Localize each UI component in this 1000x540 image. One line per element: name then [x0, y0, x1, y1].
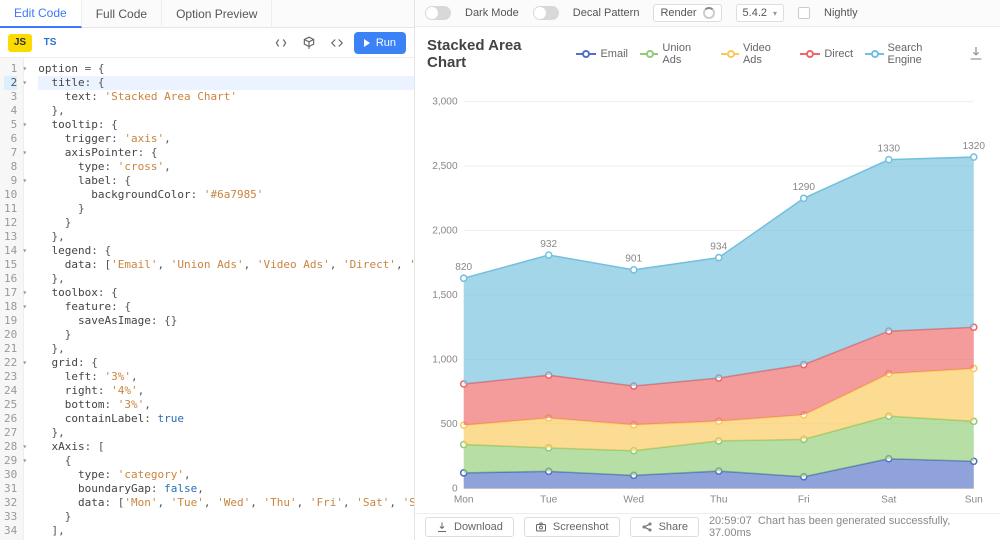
- screenshot-button[interactable]: Screenshot: [524, 517, 620, 537]
- legend-item[interactable]: Direct: [800, 48, 853, 60]
- spinner-icon: [703, 7, 715, 19]
- legend-item[interactable]: Union Ads: [640, 42, 709, 66]
- legend-marker-icon: [865, 49, 883, 59]
- share-button[interactable]: Share: [630, 517, 699, 537]
- svg-text:1,500: 1,500: [432, 290, 458, 301]
- chart-header: Stacked Area Chart Email Union Ads Video A…: [419, 33, 988, 73]
- renderer-select[interactable]: Render: [653, 4, 721, 22]
- legend-label: Search Engine: [888, 42, 955, 66]
- legend-label: Email: [600, 48, 628, 60]
- svg-text:2,000: 2,000: [432, 226, 458, 237]
- nightly-label: Nightly: [824, 7, 858, 19]
- code-icon[interactable]: [326, 32, 348, 54]
- chevron-down-icon: ▾: [773, 9, 777, 18]
- legend-item[interactable]: Video Ads: [721, 42, 789, 66]
- cube-icon[interactable]: [298, 32, 320, 54]
- svg-text:1320: 1320: [962, 141, 985, 152]
- legend-marker-icon: [640, 49, 658, 59]
- svg-text:1,000: 1,000: [432, 355, 458, 366]
- svg-text:500: 500: [441, 419, 458, 430]
- play-icon: [364, 39, 370, 47]
- legend-marker-icon: [721, 49, 739, 59]
- legend-label: Union Ads: [662, 42, 708, 66]
- chart-canvas[interactable]: 0 500 1,000 1,500 2,000 2,500 3,000 820 932 901 93…: [419, 73, 988, 513]
- chart-legend: Email Union Ads Video Ads Direct Search Engi…: [576, 42, 954, 66]
- decal-toggle[interactable]: [533, 6, 559, 20]
- lang-js-button[interactable]: JS: [8, 34, 32, 52]
- format-icon[interactable]: [270, 32, 292, 54]
- legend-marker-icon: [800, 49, 820, 59]
- svg-text:Sun: Sun: [965, 495, 983, 506]
- svg-text:901: 901: [625, 254, 642, 265]
- svg-text:Thu: Thu: [710, 495, 728, 506]
- editor-subbar: JS TS Run: [0, 28, 414, 58]
- editor-tabs: Edit Code Full Code Option Preview: [0, 0, 414, 28]
- status-text: 20:59:07 Chart has been generated succes…: [709, 515, 990, 539]
- svg-text:0: 0: [452, 483, 458, 494]
- preview-footer: Download Screenshot Share 20:59:07 Chart…: [415, 513, 1000, 540]
- preview-toolbar: Dark Mode Decal Pattern Render 5.4.2 ▾ N…: [415, 0, 1000, 27]
- svg-text:3,000: 3,000: [432, 97, 458, 108]
- svg-text:2,500: 2,500: [432, 161, 458, 172]
- svg-text:Sat: Sat: [881, 495, 896, 506]
- svg-text:820: 820: [455, 262, 472, 273]
- nightly-checkbox[interactable]: [798, 7, 810, 19]
- legend-item[interactable]: Search Engine: [865, 42, 954, 66]
- decal-label: Decal Pattern: [573, 7, 640, 19]
- legend-marker-icon: [576, 49, 596, 59]
- svg-text:Tue: Tue: [540, 495, 557, 506]
- tab-edit-code[interactable]: Edit Code: [0, 0, 82, 28]
- svg-text:Wed: Wed: [623, 495, 644, 506]
- legend-item[interactable]: Email: [576, 48, 628, 60]
- svg-text:Fri: Fri: [798, 495, 810, 506]
- chart-title: Stacked Area Chart: [427, 37, 558, 71]
- code-editor[interactable]: 1234567891011121314151617181920212223242…: [0, 58, 414, 540]
- svg-text:932: 932: [540, 239, 557, 250]
- tab-option-preview[interactable]: Option Preview: [162, 0, 272, 28]
- version-select[interactable]: 5.4.2 ▾: [736, 4, 784, 22]
- svg-text:Mon: Mon: [454, 495, 474, 506]
- lang-ts-button[interactable]: TS: [38, 34, 62, 52]
- dark-mode-label: Dark Mode: [465, 7, 519, 19]
- legend-label: Video Ads: [743, 42, 788, 66]
- run-button[interactable]: Run: [354, 32, 406, 54]
- download-button[interactable]: Download: [425, 517, 514, 537]
- legend-label: Direct: [824, 48, 853, 60]
- svg-text:934: 934: [710, 241, 727, 252]
- save-image-icon[interactable]: [968, 45, 984, 64]
- dark-mode-toggle[interactable]: [425, 6, 451, 20]
- svg-text:1290: 1290: [792, 182, 815, 193]
- svg-text:1330: 1330: [877, 143, 900, 154]
- tab-full-code[interactable]: Full Code: [82, 0, 162, 28]
